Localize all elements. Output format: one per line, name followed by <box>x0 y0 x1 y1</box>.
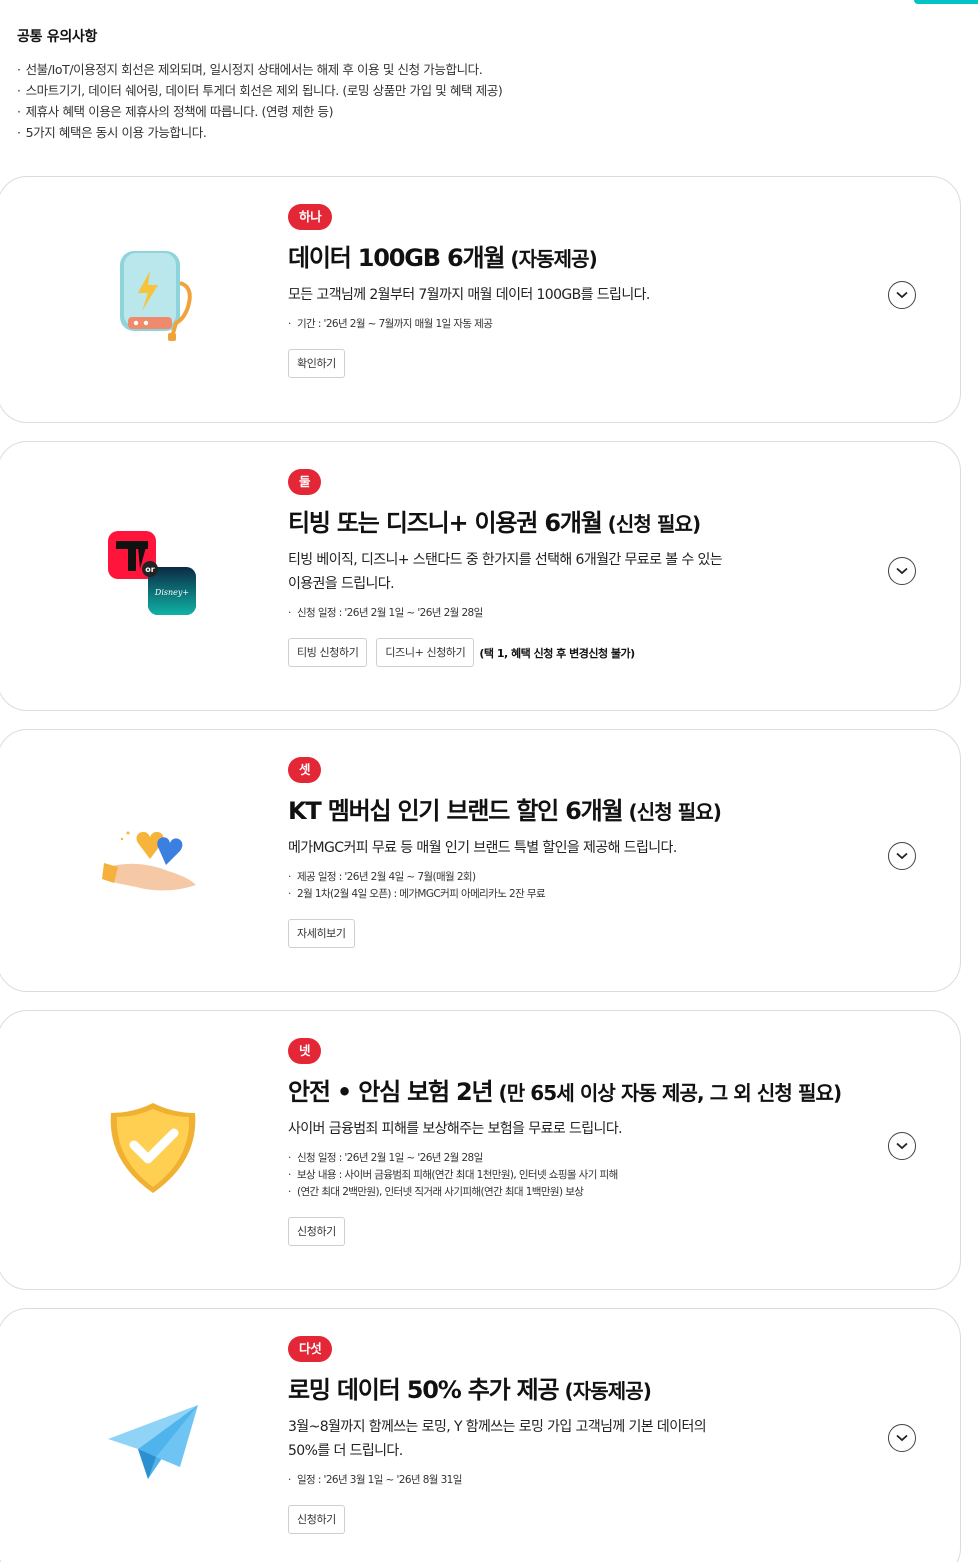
notice-item: 스마트기기, 데이터 쉐어링, 데이터 투게더 회선은 제외 됩니다. (로밍 … <box>17 80 957 101</box>
hand-hearts-icon <box>98 805 208 915</box>
expand-toggle[interactable] <box>888 557 916 585</box>
notice-title: 공통 유의사항 <box>17 29 98 45</box>
benefit-title: 안전 • 안심 보험 2년 (만 65세 이상 자동 제공, 그 외 신청 필요… <box>288 1076 900 1109</box>
benefit-title: 데이터 100GB 6개월 (자동제공) <box>288 242 900 275</box>
benefit-description: 티빙 베이직, 디즈니+ 스탠다드 중 한가지를 선택해 6개월간 무료로 볼 … <box>288 548 900 596</box>
detail-item: 신청 일정 : '26년 2월 1일 ~ '26년 2월 28일 <box>288 605 900 622</box>
button-note: (택 1, 혜택 신청 후 변경신청 불가) <box>479 646 635 660</box>
benefit-card-5: 다섯 로밍 데이터 50% 추가 제공 (자동제공) 3월~8월까지 함께쓰는 … <box>0 1308 961 1562</box>
notice-item: 5가지 혜택은 동시 이용 가능합니다. <box>17 122 957 143</box>
benefit-description: 메가MGC커피 무료 등 매월 인기 브랜드 특별 할인을 제공해 드립니다. <box>288 840 677 856</box>
benefit-card-3: 셋 KT 멤버십 인기 브랜드 할인 6개월 (신청 필요) 메가MGC커피 무… <box>0 729 961 992</box>
notice-item: 제휴사 혜택 이용은 제휴사의 정책에 따릅니다. (연령 제한 등) <box>17 101 957 122</box>
benefit-title: KT 멤버십 인기 브랜드 할인 6개월 (신청 필요) <box>288 795 900 828</box>
description-line: 이용권을 드립니다. <box>288 576 395 592</box>
benefit-content: 하나 데이터 100GB 6개월 (자동제공) 모든 고객님께 2월부터 7월까… <box>288 204 900 378</box>
description-line: 3월~8월까지 함께쓰는 로밍, Y 함께쓰는 로밍 가입 고객님께 기본 데이… <box>288 1419 707 1435</box>
title-note: (자동제공) <box>504 247 597 271</box>
svg-text:or: or <box>145 565 154 574</box>
benefit-description: 사이버 금융범죄 피해를 보상해주는 보험을 무료로 드립니다. <box>288 1121 623 1137</box>
benefit-content: 넷 안전 • 안심 보험 2년 (만 65세 이상 자동 제공, 그 외 신청 … <box>288 1038 900 1246</box>
detail-item: 2월 1차(2월 4일 오픈) : 메가MGC커피 아메리카노 2잔 무료 <box>288 886 900 903</box>
notice-list: 선불/IoT/이용정지 회선은 제외되며, 일시정지 상태에서는 해제 후 이용… <box>17 59 957 143</box>
benefit-details: 신청 일정 : '26년 2월 1일 ~ '26년 2월 28일 보상 내용 :… <box>288 1150 900 1201</box>
apply-button[interactable]: 신청하기 <box>288 1217 345 1246</box>
title-note: (자동제공) <box>558 1379 651 1403</box>
detail-item-continued: (연간 최대 2백만원), 인터넷 직거래 사기피해(연간 최대 1백만원) 보… <box>288 1184 900 1201</box>
tving-disney-icon: Disney+ or <box>98 527 208 637</box>
benefit-title: 로밍 데이터 50% 추가 제공 (자동제공) <box>288 1374 900 1407</box>
button-row: 자세히보기 <box>288 919 900 948</box>
confirm-button[interactable]: 확인하기 <box>288 349 345 378</box>
paper-plane-icon <box>98 1387 208 1497</box>
benefit-card-2: Disney+ or 둘 티빙 또는 디즈니+ 이용권 6개월 (신청 필요) … <box>0 441 961 711</box>
benefit-badge: 다섯 <box>288 1336 333 1362</box>
shield-check-icon <box>98 1095 208 1205</box>
button-row: 신청하기 <box>288 1505 900 1534</box>
benefit-badge: 둘 <box>288 469 322 495</box>
benefit-badge: 셋 <box>288 757 322 783</box>
description-line: 티빙 베이직, 디즈니+ 스탠다드 중 한가지를 선택해 6개월간 무료로 볼 … <box>288 552 723 568</box>
button-row: 티빙 신청하기 디즈니+ 신청하기 (택 1, 혜택 신청 후 변경신청 불가) <box>288 638 900 667</box>
battery-icon <box>98 243 208 353</box>
apply-button[interactable]: 신청하기 <box>288 1505 345 1534</box>
benefit-card-1: 하나 데이터 100GB 6개월 (자동제공) 모든 고객님께 2월부터 7월까… <box>0 176 961 423</box>
expand-toggle[interactable] <box>888 842 916 870</box>
benefit-content: 둘 티빙 또는 디즈니+ 이용권 6개월 (신청 필요) 티빙 베이직, 디즈니… <box>288 469 900 667</box>
chevron-down-icon <box>896 567 908 575</box>
title-note: (신청 필요) <box>622 800 722 824</box>
title-strong: 50% 추가 제공 <box>406 1376 560 1404</box>
chevron-down-icon <box>896 852 908 860</box>
description-line: 50%를 더 드립니다. <box>288 1443 403 1459</box>
expand-toggle[interactable] <box>888 1424 916 1452</box>
disney-apply-button[interactable]: 디즈니+ 신청하기 <box>376 638 475 667</box>
detail-item: 보상 내용 : 사이버 금융범죄 피해(연간 최대 1천만원), 인터넷 쇼핑몰… <box>288 1167 900 1184</box>
benefit-card-4: 넷 안전 • 안심 보험 2년 (만 65세 이상 자동 제공, 그 외 신청 … <box>0 1010 961 1290</box>
common-notice: 공통 유의사항 선불/IoT/이용정지 회선은 제외되며, 일시정지 상태에서는… <box>17 26 957 143</box>
button-row: 확인하기 <box>288 349 900 378</box>
title-strong: 100GB 6개월 <box>357 244 506 272</box>
detail-item: 일정 : '26년 3월 1일 ~ '26년 8월 31일 <box>288 1472 900 1489</box>
benefit-content: 다섯 로밍 데이터 50% 추가 제공 (자동제공) 3월~8월까지 함께쓰는 … <box>288 1336 900 1534</box>
benefit-details: 기간 : '26년 2월 ~ 7월까지 매월 1일 자동 제공 <box>288 316 900 333</box>
chevron-down-icon <box>896 1142 908 1150</box>
detail-item: 기간 : '26년 2월 ~ 7월까지 매월 1일 자동 제공 <box>288 316 900 333</box>
benefit-details: 일정 : '26년 3월 1일 ~ '26년 8월 31일 <box>288 1472 900 1489</box>
expand-toggle[interactable] <box>888 281 916 309</box>
detail-item: 신청 일정 : '26년 2월 1일 ~ '26년 2월 28일 <box>288 1150 900 1167</box>
expand-toggle[interactable] <box>888 1132 916 1160</box>
benefit-description: 3월~8월까지 함께쓰는 로밍, Y 함께쓰는 로밍 가입 고객님께 기본 데이… <box>288 1415 900 1463</box>
benefit-badge: 하나 <box>288 204 333 230</box>
title-plain: KT 멤버십 <box>288 797 398 825</box>
title-note: (신청 필요) <box>601 512 701 536</box>
title-plain: 데이터 <box>288 244 358 272</box>
title-strong: 안전 • 안심 보험 2년 <box>288 1078 494 1106</box>
chevron-down-icon <box>896 291 908 299</box>
title-strong: 인기 브랜드 할인 6개월 <box>397 797 624 825</box>
benefit-content: 셋 KT 멤버십 인기 브랜드 할인 6개월 (신청 필요) 메가MGC커피 무… <box>288 757 900 948</box>
top-accent-bar <box>914 0 978 4</box>
benefit-description: 모든 고객님께 2월부터 7월까지 매월 데이터 100GB를 드립니다. <box>288 287 650 303</box>
svg-text:Disney+: Disney+ <box>154 588 189 597</box>
benefit-details: 신청 일정 : '26년 2월 1일 ~ '26년 2월 28일 <box>288 605 900 622</box>
tving-apply-button[interactable]: 티빙 신청하기 <box>288 638 368 667</box>
title-strong: 이용권 6개월 <box>474 509 603 537</box>
detail-item: 제공 일정 : '26년 2월 4일 ~ 7월(매월 2회) <box>288 869 900 886</box>
title-plain: 티빙 또는 디즈니+ <box>288 509 475 537</box>
benefit-details: 제공 일정 : '26년 2월 4일 ~ 7월(매월 2회) 2월 1차(2월 … <box>288 869 900 903</box>
details-button[interactable]: 자세히보기 <box>288 919 355 948</box>
title-plain: 로밍 데이터 <box>288 1376 407 1404</box>
benefit-title: 티빙 또는 디즈니+ 이용권 6개월 (신청 필요) <box>288 507 900 540</box>
notice-item: 선불/IoT/이용정지 회선은 제외되며, 일시정지 상태에서는 해제 후 이용… <box>17 59 957 80</box>
benefit-badge: 넷 <box>288 1038 322 1064</box>
chevron-down-icon <box>896 1434 908 1442</box>
title-note: (만 65세 이상 자동 제공, 그 외 신청 필요) <box>492 1081 842 1105</box>
button-row: 신청하기 <box>288 1217 900 1246</box>
